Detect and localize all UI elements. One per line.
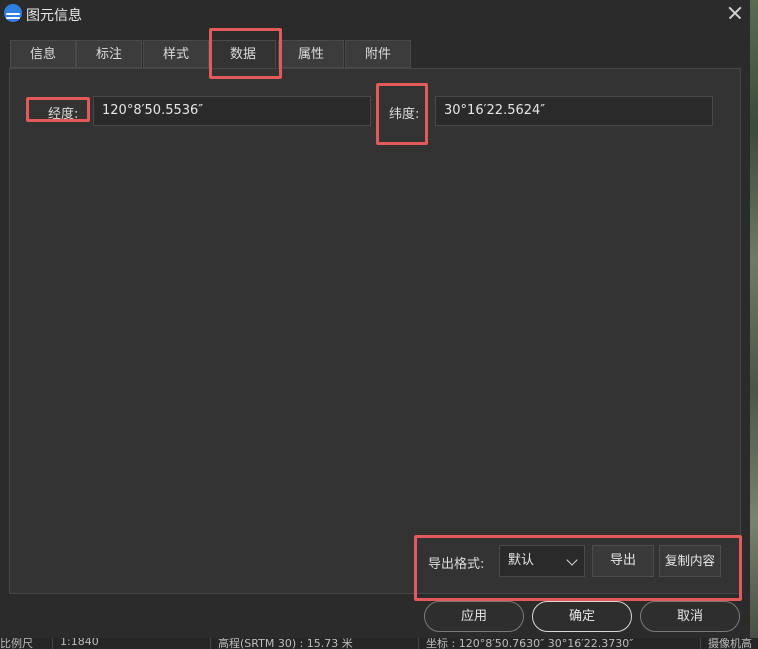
export-format-label: 导出格式: [428,557,485,572]
status-divider [52,638,53,649]
status-bar: 比例尺 1:1840 高程(SRTM 30) : 15.73 米 坐标 : 12… [0,638,758,649]
status-divider [700,638,701,649]
ok-button[interactable]: 确定 [532,601,632,632]
status-scale-value: 1:1840 [60,638,99,648]
export-button[interactable]: 导出 [592,545,654,577]
tab-attributes[interactable]: 属性 [278,40,344,68]
latitude-label: 纬度: [389,107,420,122]
tab-info[interactable]: 信息 [10,40,76,68]
status-coordinates: 坐标 : 120°8′50.7630″ 30°16′22.3730″ [426,638,634,649]
status-scale-label: 比例尺 [0,638,33,649]
status-divider [418,638,419,649]
dialog-title: 图元信息 [26,8,82,24]
status-divider [210,638,211,649]
chevron-down-icon [566,554,578,566]
copy-content-button[interactable]: 复制内容 [659,545,721,577]
cancel-button[interactable]: 取消 [640,601,740,632]
longitude-label: 经度: [48,107,79,122]
tab-data[interactable]: 数据 [210,40,276,68]
longitude-field[interactable]: 120°8′50.5536″ [93,96,371,126]
export-format-select[interactable]: 默认 [499,545,585,577]
export-format-value: 默认 [508,553,535,568]
apply-button[interactable]: 应用 [424,601,524,632]
status-camera-height: 摄像机高 [708,638,752,649]
latitude-field[interactable]: 30°16′22.5624″ [435,96,713,126]
map-background-strip [750,0,758,649]
status-elevation: 高程(SRTM 30) : 15.73 米 [218,638,353,649]
dialog-titlebar: 图元信息 [0,0,750,27]
tab-style[interactable]: 样式 [143,40,209,68]
tab-attachments[interactable]: 附件 [345,40,411,68]
close-icon[interactable] [724,2,746,24]
data-tab-panel [9,68,741,594]
app-logo-icon [4,4,22,22]
tab-annotation[interactable]: 标注 [76,40,142,68]
